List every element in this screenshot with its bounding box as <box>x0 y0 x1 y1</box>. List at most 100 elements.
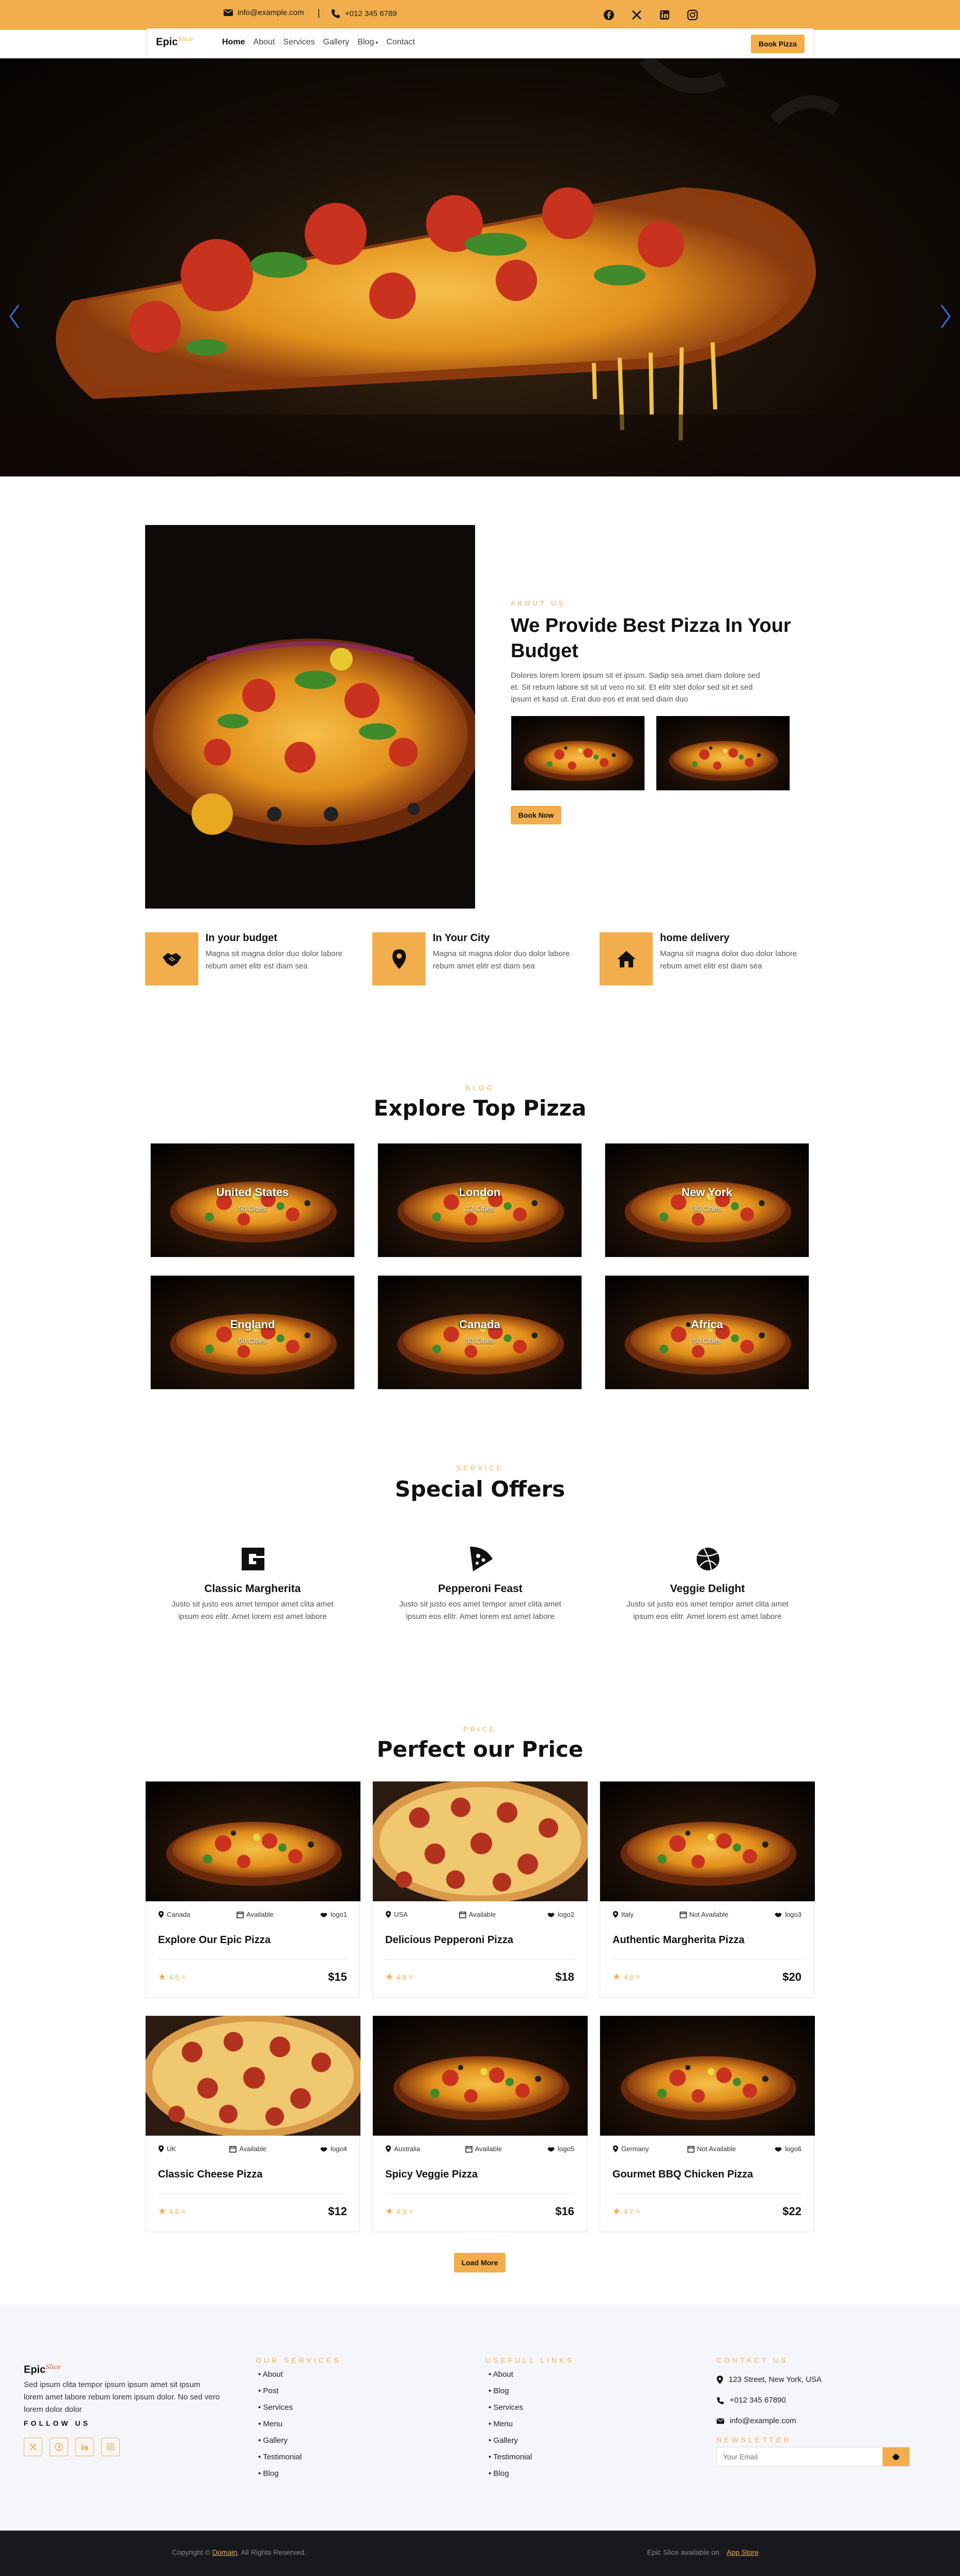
price-card[interactable]: Australia Available logo5 Spicy Veggie Pizz… <box>372 2015 588 2232</box>
card-meta: UK Available logo4 <box>158 2145 347 2153</box>
footer-link[interactable]: Testimonial <box>258 2449 302 2466</box>
card-status-text: Not Available <box>697 2145 736 2153</box>
card-location: Australia <box>385 2145 420 2153</box>
price-card[interactable]: USA Available logo2 Delicious Pepperoni Piz… <box>372 1781 588 1998</box>
instagram-icon[interactable] <box>101 2438 120 2456</box>
x-icon[interactable] <box>628 6 646 24</box>
price-card[interactable]: Italy Not Available logo3 Authentic Margher… <box>600 1781 815 1998</box>
price-card[interactable]: Germany Not Available logo6 Gourmet BBQ Chi… <box>600 2015 815 2232</box>
nav-home[interactable]: Home <box>222 38 245 47</box>
location-pin-icon <box>386 2145 391 2153</box>
city-name: Africa <box>690 1318 723 1331</box>
linkedin-icon[interactable] <box>656 6 673 24</box>
topbar-email[interactable]: info@example.com <box>223 8 304 17</box>
contact-phone[interactable]: +012 345 67890 <box>716 2390 822 2411</box>
contact-address: 123 Street, New York, USA <box>716 2370 822 2390</box>
card-location-text: USA <box>394 1911 408 1918</box>
newsletter-submit-button[interactable] <box>883 2447 909 2466</box>
nav-services[interactable]: Services <box>283 38 314 47</box>
city-card-london[interactable]: London 12 Cities <box>372 1143 587 1257</box>
useful-links-heading: USEFULL LINKS <box>485 2356 574 2364</box>
footer-link[interactable]: Post <box>258 2383 302 2399</box>
x-icon[interactable] <box>24 2438 42 2456</box>
nav-gallery[interactable]: Gallery <box>323 38 350 47</box>
city-card-new-york[interactable]: New York 30 Cities <box>600 1143 814 1257</box>
city-card-africa[interactable]: Africa 50 Cities <box>600 1276 814 1389</box>
book-pizza-button[interactable]: Book Pizza <box>751 35 805 53</box>
book-now-button[interactable]: Book Now <box>511 806 561 824</box>
footer-logo-main: Epic <box>24 2364 46 2376</box>
nav-blog[interactable]: Blog ▾ <box>357 38 378 47</box>
city-count: 50 Cities <box>238 1337 267 1345</box>
contact-email[interactable]: info@example.com <box>716 2411 822 2431</box>
nav-contact[interactable]: Contact <box>386 38 415 47</box>
load-more-button[interactable]: Load More <box>454 2253 506 2272</box>
footer-link[interactable]: Gallery <box>258 2432 302 2449</box>
footer-link[interactable]: Services <box>489 2399 532 2416</box>
footer-link[interactable]: Menu <box>489 2416 532 2432</box>
footer-link[interactable]: Blog <box>489 2466 532 2482</box>
card-rating: ★ 4.5/5 <box>158 1971 185 1982</box>
footer-link[interactable]: Testimonial <box>489 2449 532 2466</box>
card-status-text: Available <box>246 1911 274 1918</box>
card-location-text: Italy <box>621 1911 634 1918</box>
dribbble-ball-icon <box>697 1548 719 1570</box>
card-location: UK <box>158 2145 176 2153</box>
our-services-heading: OUR SERVICES <box>256 2356 341 2364</box>
card-rating: ★ 4.8/5 <box>612 1971 640 1982</box>
card-meta: USA Available logo2 <box>385 1911 574 1918</box>
price-card[interactable]: UK Available logo4 Classic Cheese Pizza ★ 4.6… <box>145 2015 360 2232</box>
pizza-image <box>373 2016 588 2136</box>
city-name: New York <box>681 1186 733 1199</box>
footer-link[interactable]: Blog <box>489 2383 532 2399</box>
facebook-icon[interactable] <box>50 2438 68 2456</box>
card-rating-max: /5 <box>636 1974 640 1980</box>
feature-text-budget-line1: Magna sit magna dolor duo dolor labore <box>206 949 343 958</box>
star-icon: ★ <box>158 2206 167 2216</box>
carousel-next-arrow-icon[interactable] <box>938 301 954 332</box>
instagram-icon[interactable] <box>684 6 701 24</box>
footer: EpicSlice Sed ipsum clita tempor ipsum i… <box>0 2304 960 2531</box>
feature-text-delivery-line1: Magna sit magna dolor duo dolor labore <box>660 949 797 958</box>
price-card[interactable]: Canada Available logo1 Explore Our Epic Piz… <box>145 1781 360 1998</box>
footer-link[interactable]: Blog <box>258 2466 302 2482</box>
blog-label: BLOG <box>465 1084 495 1092</box>
star-icon: ★ <box>385 2206 394 2216</box>
footer-link[interactable]: About <box>258 2366 302 2383</box>
card-divider <box>385 1959 574 1960</box>
footer-logo[interactable]: EpicSlice <box>24 2363 61 2376</box>
carousel-prev-arrow-icon[interactable] <box>6 301 22 332</box>
facebook-icon[interactable] <box>600 6 618 24</box>
feature-text-budget: Magna sit magna dolor duo dolor labore re… <box>206 948 360 973</box>
footer-link[interactable]: About <box>489 2366 532 2383</box>
location-pin-icon <box>159 2145 164 2153</box>
offer-text-margherita-line1: Justo sit justo eos amet tempor amet cli… <box>171 1600 334 1609</box>
city-card-canada[interactable]: Canada 30 Cities <box>372 1276 587 1389</box>
logo[interactable]: EpicSlice <box>156 36 193 49</box>
card-logo-text: logo4 <box>331 2145 347 2153</box>
app-store-link[interactable]: App Store <box>727 2548 759 2556</box>
topbar-phone[interactable]: +012 345 6789 <box>331 8 397 19</box>
footer-link[interactable]: Services <box>258 2399 302 2416</box>
top-bar: info@example.com | +012 345 6789 <box>0 0 960 30</box>
card-logo-text: logo5 <box>558 2145 574 2153</box>
card-status: Not Available <box>679 1911 728 1918</box>
nav-about[interactable]: About <box>253 38 275 47</box>
card-price: $16 <box>555 2205 574 2218</box>
card-rating-max: /5 <box>408 2208 413 2214</box>
location-pin-icon <box>613 1911 618 1918</box>
home-icon <box>600 932 653 985</box>
copyright-prefix: Copyright © <box>172 2548 211 2556</box>
city-card-united-states[interactable]: United States 50 Cities <box>145 1143 360 1257</box>
location-pin-icon <box>613 2145 618 2153</box>
about-title-line1: We Provide Best Pizza In Your <box>511 615 791 637</box>
footer-link[interactable]: Gallery <box>489 2432 532 2449</box>
newsletter-email-input[interactable] <box>717 2447 883 2466</box>
footer-link[interactable]: Menu <box>258 2416 302 2432</box>
pizza-image <box>146 2016 360 2136</box>
city-card-england[interactable]: England 50 Cities <box>145 1276 360 1389</box>
copyright-domain-link[interactable]: Domain <box>212 2548 237 2556</box>
topbar-separator: | <box>318 8 320 18</box>
linkedin-icon[interactable] <box>75 2438 94 2456</box>
card-rating-max: /5 <box>181 1974 186 1980</box>
